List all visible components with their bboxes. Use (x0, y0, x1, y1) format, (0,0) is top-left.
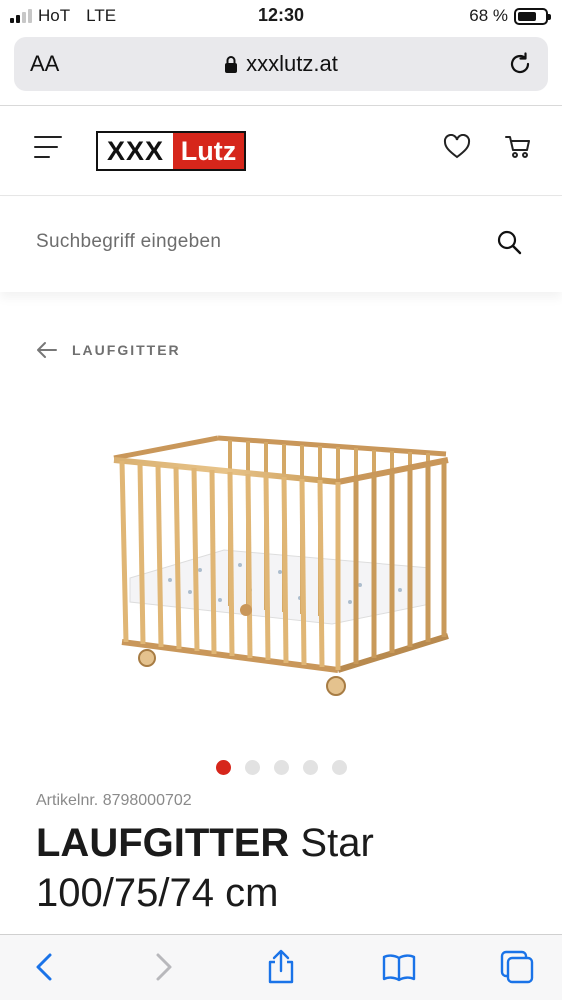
share-icon[interactable] (263, 949, 299, 985)
url-field[interactable]: xxxlutz.at (14, 51, 548, 77)
cart-icon[interactable] (504, 133, 532, 161)
wishlist-heart-icon[interactable] (443, 134, 471, 160)
breadcrumb-label[interactable]: LAUFGITTER (72, 342, 181, 358)
browser-toolbar (0, 934, 562, 1000)
carousel-dot[interactable] (331, 760, 347, 775)
tabs-icon[interactable] (499, 949, 535, 985)
carousel-dot[interactable] (215, 760, 231, 775)
site-header: XXX Lutz (0, 105, 562, 196)
address-bar[interactable]: AA xxxlutz.at (14, 37, 548, 91)
article-number: Artikelnr. 8798000702 (36, 792, 192, 809)
carousel-dot[interactable] (244, 760, 260, 775)
product-image[interactable] (100, 420, 460, 710)
logo-xxx: XXX (106, 136, 165, 166)
search-input[interactable]: Suchbegriff eingeben (36, 231, 221, 253)
carousel-dot[interactable] (273, 760, 289, 775)
logo-lutz: Lutz (173, 133, 244, 169)
back-icon[interactable] (28, 949, 64, 985)
search-bar[interactable]: Suchbegriff eingeben (0, 197, 562, 292)
xxxlutz-logo[interactable]: XXX Lutz (96, 131, 246, 171)
battery-icon (514, 7, 551, 25)
carousel-dot[interactable] (302, 760, 318, 775)
product-dimensions: 100/75/74 cm (36, 871, 279, 915)
status-right: 68 % (469, 6, 551, 26)
product-title: LAUFGITTER Star 100/75/74 cm (36, 818, 536, 918)
battery-percent: 68 % (469, 6, 508, 25)
search-icon[interactable] (496, 229, 522, 255)
url-text: xxxlutz.at (246, 51, 338, 76)
lock-icon (225, 56, 238, 73)
menu-button[interactable] (34, 136, 62, 162)
back-arrow-icon[interactable] (36, 341, 58, 359)
product-title-rest: Star (289, 821, 374, 865)
bookmarks-icon[interactable] (381, 949, 417, 985)
image-carousel-dots[interactable] (0, 760, 562, 775)
breadcrumb[interactable]: LAUFGITTER (36, 341, 181, 359)
product-title-bold: LAUFGITTER (36, 821, 290, 865)
reload-icon[interactable] (506, 50, 534, 78)
forward-icon[interactable] (144, 949, 180, 985)
status-bar: HoT LTE 12:30 68 % (0, 0, 562, 32)
